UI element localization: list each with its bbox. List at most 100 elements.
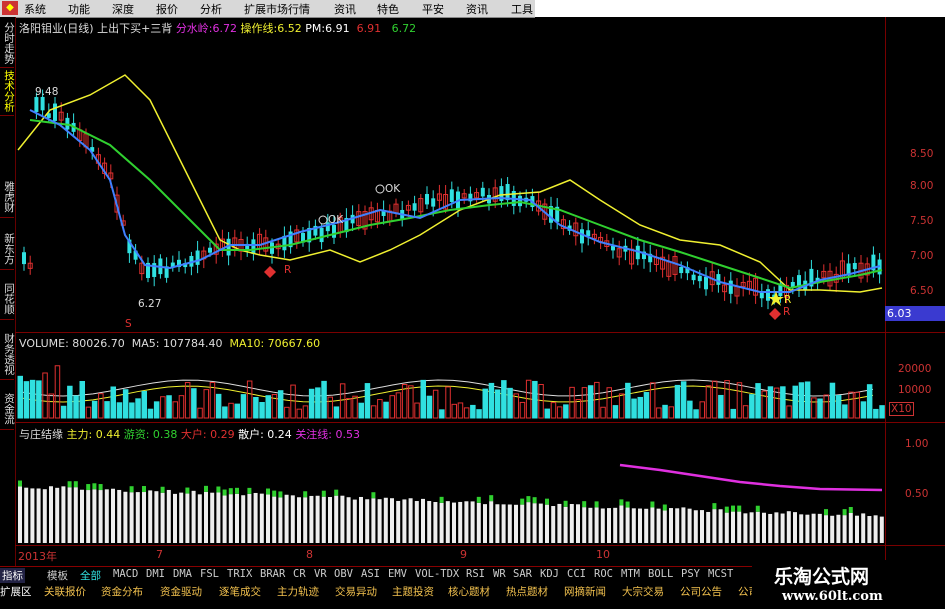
capital-bar-top: [625, 501, 630, 508]
capital-bar: [402, 499, 407, 543]
volume-bar: [699, 401, 705, 419]
tab-dma[interactable]: DMA: [173, 568, 192, 580]
ma-lines-layer: [17, 74, 883, 492]
tab-psy[interactable]: PSY: [681, 568, 700, 580]
capital-bar: [464, 501, 469, 543]
volume-bar: [792, 385, 798, 419]
capital-bar: [619, 505, 624, 543]
candle-body: [480, 187, 485, 197]
tab-macd[interactable]: MACD: [113, 568, 138, 580]
volume-bar: [234, 403, 240, 419]
tab-mcst[interactable]: MCST: [708, 568, 733, 580]
capital-bar: [259, 493, 264, 543]
capital-bar: [526, 502, 531, 543]
tab-capital-drive[interactable]: 资金驱动: [160, 584, 202, 599]
tab-core-topics[interactable]: 核心题材: [448, 584, 490, 599]
capital-bar: [445, 501, 450, 543]
volume-bar: [395, 392, 402, 419]
tab-dmi[interactable]: DMI: [146, 568, 165, 580]
tab-vol-tdx[interactable]: VOL-TDX: [415, 568, 459, 580]
capital-bar-top: [824, 509, 828, 516]
capital-bar: [557, 503, 562, 543]
tab-related-quotes[interactable]: 关联报价: [44, 584, 86, 599]
tab-boll[interactable]: BOLL: [648, 568, 673, 580]
capital-bar: [98, 490, 103, 543]
capital-bar: [359, 496, 363, 543]
volume-bar: [36, 380, 42, 419]
tab-capital-distribution[interactable]: 资金分布: [101, 584, 143, 599]
capital-bar: [848, 512, 853, 543]
volume-bar: [383, 401, 389, 419]
capital-bar: [669, 508, 673, 543]
candle-body: [679, 266, 684, 274]
volume-bar: [829, 382, 836, 419]
capital-bar: [644, 508, 649, 543]
kline-chart[interactable]: [0, 0, 885, 566]
volume-bar: [426, 395, 433, 419]
volume-bar: [786, 405, 792, 419]
capital-bar: [36, 488, 41, 543]
capital-bar-top: [142, 486, 146, 493]
tab-trade-abnormal[interactable]: 交易异动: [335, 584, 377, 599]
tab-all[interactable]: 全部: [80, 568, 101, 583]
capital-bar: [191, 490, 196, 543]
volume-bar: [104, 401, 110, 419]
capital-bar: [86, 490, 91, 543]
capital-bar-top: [67, 481, 72, 488]
capital-bar: [154, 491, 159, 543]
volume-bar: [730, 408, 736, 419]
tab-mtm[interactable]: MTM: [621, 568, 640, 580]
capital-bar-top: [222, 489, 227, 496]
tab-indicator[interactable]: 指标: [0, 568, 25, 583]
candle-body: [195, 250, 200, 265]
tab-sar[interactable]: SAR: [513, 568, 532, 580]
tab-main-track[interactable]: 主力轨迹: [277, 584, 319, 599]
tab-asi[interactable]: ASI: [361, 568, 380, 580]
volume-bar: [749, 394, 755, 419]
capital-bar-top: [476, 496, 481, 503]
capital-bar: [278, 497, 283, 543]
capital-bar-top: [532, 497, 537, 504]
candle-body: [518, 195, 522, 207]
tab-news[interactable]: 网摘新闻: [564, 584, 606, 599]
tab-fsl[interactable]: FSL: [200, 568, 219, 580]
tab-wr[interactable]: WR: [493, 568, 506, 580]
capital-bar: [228, 494, 233, 543]
volume-bar: [439, 409, 445, 419]
tab-obv[interactable]: OBV: [334, 568, 353, 580]
capital-bar: [24, 487, 29, 543]
candle-body: [852, 262, 857, 270]
volume-bar: [575, 398, 581, 419]
tab-emv[interactable]: EMV: [388, 568, 407, 580]
tab-template[interactable]: 模板: [47, 568, 68, 583]
tab-kdj[interactable]: KDJ: [540, 568, 559, 580]
tab-cci[interactable]: CCI: [567, 568, 586, 580]
tab-rsi[interactable]: RSI: [466, 568, 485, 580]
tab-vr[interactable]: VR: [314, 568, 327, 580]
tab-hot-topics[interactable]: 热点题材: [506, 584, 548, 599]
capital-bar: [396, 500, 401, 543]
tab-brar[interactable]: BRAR: [260, 568, 285, 580]
ok-circle-icon: [375, 184, 385, 194]
candle-body: [22, 252, 26, 265]
tab-block-trade[interactable]: 大宗交易: [622, 584, 664, 599]
low-label: 6.27: [138, 298, 162, 310]
tab-extension[interactable]: 扩展区: [0, 584, 32, 599]
capital-bar: [117, 489, 122, 543]
tab-company-notice[interactable]: 公司公告: [680, 584, 722, 599]
volume-bar: [656, 407, 662, 419]
tab-cr[interactable]: CR: [293, 568, 306, 580]
blue-line: [29, 109, 881, 293]
capital-bar: [421, 498, 425, 543]
tab-theme-invest[interactable]: 主题投资: [392, 584, 434, 599]
volume-bar: [488, 382, 495, 419]
volume-bar: [662, 404, 668, 419]
tab-roc[interactable]: ROC: [594, 568, 613, 580]
capital-bar-top: [724, 506, 729, 513]
tab-trix[interactable]: TRIX: [227, 568, 252, 580]
tab-tick-trades[interactable]: 逐笔成交: [219, 584, 261, 599]
capital-bar-top: [520, 498, 525, 505]
capital-bar: [638, 508, 642, 543]
volume-bar: [240, 394, 247, 419]
capital-bar-top: [545, 498, 549, 505]
